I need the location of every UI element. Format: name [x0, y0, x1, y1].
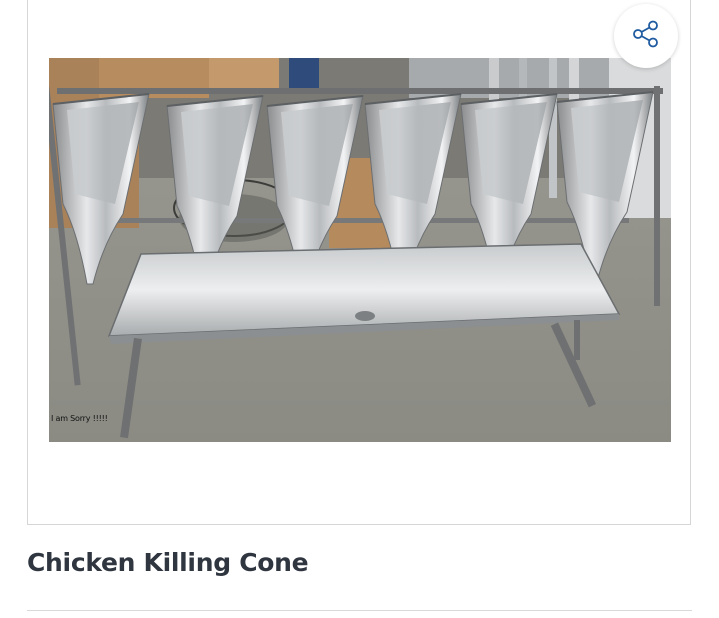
product-photo[interactable]: I am Sorry !!!!!	[49, 58, 671, 442]
share-icon	[631, 19, 661, 54]
page: I am Sorry !!!!! Chicken Killing Cone	[0, 0, 719, 618]
product-title: Chicken Killing Cone	[27, 548, 309, 577]
share-button[interactable]	[614, 4, 678, 68]
divider	[27, 610, 692, 611]
photo-caption: I am Sorry !!!!!	[51, 414, 108, 423]
photo-illustration	[49, 58, 671, 442]
